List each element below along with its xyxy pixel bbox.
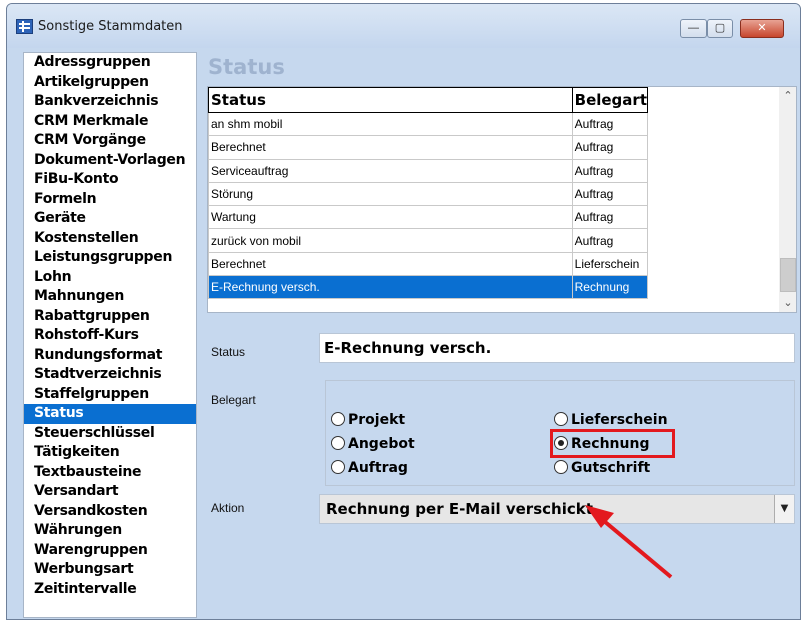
arrow-shaft (596, 514, 673, 579)
annotation-arrow-icon (585, 505, 673, 579)
